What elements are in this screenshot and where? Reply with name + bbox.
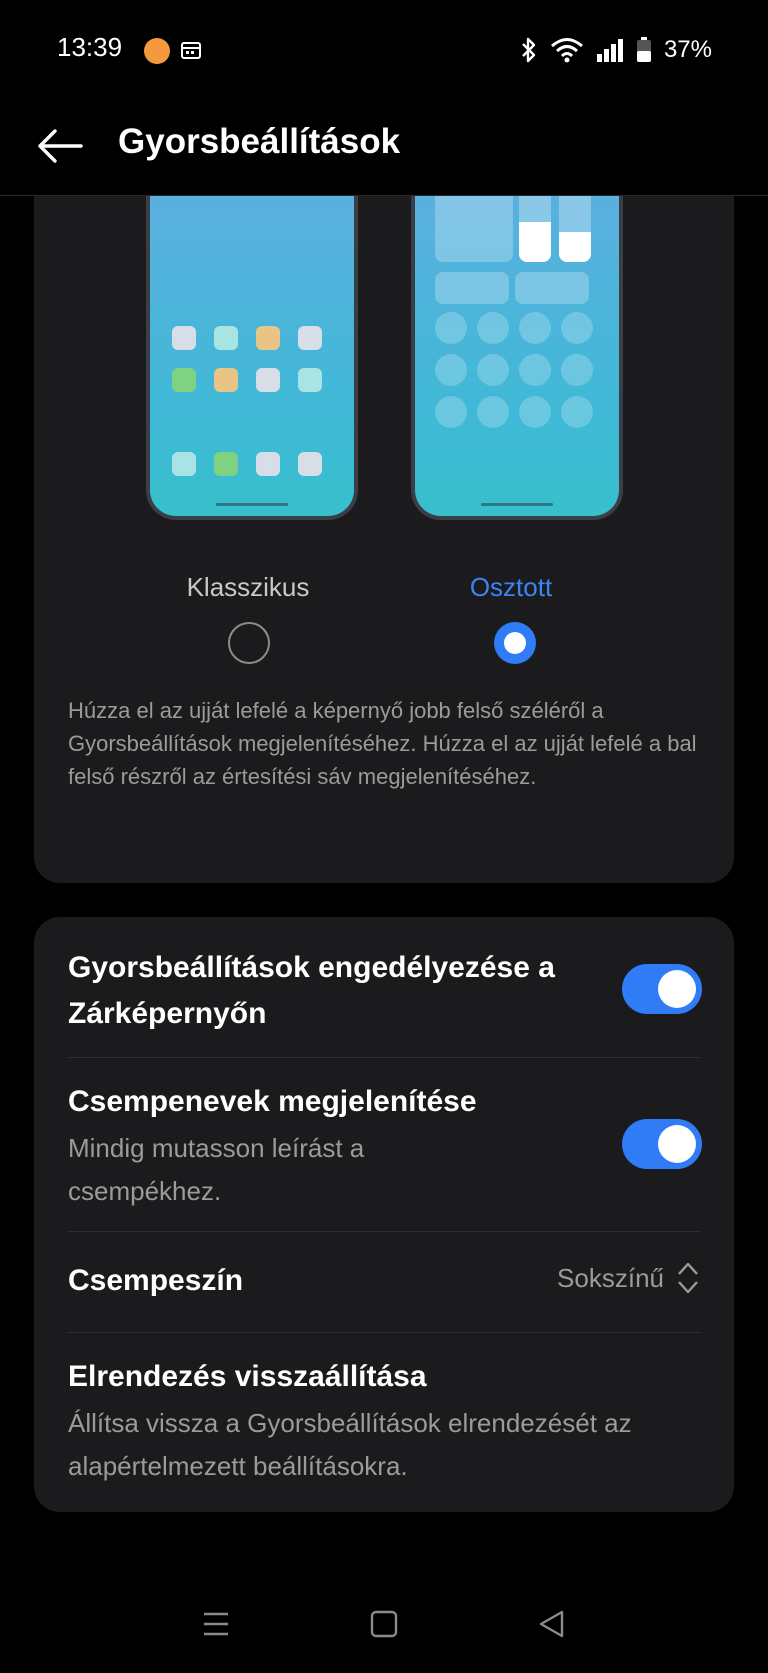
wifi-icon <box>550 38 583 63</box>
layout-picker-card: Klasszikus Osztott Húzza el az ujját lef… <box>34 196 734 883</box>
menu-icon <box>204 1612 228 1636</box>
chevron-up-down-icon <box>678 1262 698 1294</box>
radio-split[interactable] <box>494 622 536 664</box>
divider <box>68 1057 700 1058</box>
app-icon <box>298 326 322 350</box>
signal-icon <box>596 39 623 62</box>
tile-wide <box>435 272 509 304</box>
lockscreen-toggle[interactable] <box>622 964 702 1014</box>
tile-circle <box>477 396 509 428</box>
battery-percent: 37% <box>663 36 712 63</box>
setting-lockscreen-title: Gyorsbeállítások engedélyezése a Zárképe… <box>68 951 555 1030</box>
tile-circle <box>519 312 551 344</box>
arrow-left-icon <box>38 129 83 163</box>
tile-circle <box>519 354 551 386</box>
split-preview[interactable] <box>411 196 623 520</box>
status-bar: 13:39 37% <box>0 0 768 100</box>
setting-tile-names-subtitle: Mindig mutasson leírást a csempékhez. <box>68 1133 365 1206</box>
app-icon <box>214 368 238 392</box>
settings-card: Gyorsbeállítások engedélyezése a Zárképe… <box>34 917 734 1512</box>
tile-circle <box>561 354 593 386</box>
volume-slider <box>559 196 591 262</box>
setting-reset-layout-subtitle: Állítsa vissza a Gyorsbeállítások elrend… <box>68 1408 632 1481</box>
setting-tile-names[interactable]: Csempenevek megjelenítése Mindig mutasso… <box>68 1079 588 1213</box>
triangle-back-icon <box>539 1610 564 1638</box>
layout-description: Húzza el az ujját lefelé a képernyő jobb… <box>68 698 697 789</box>
bluetooth-icon <box>522 37 536 63</box>
tile-circle <box>435 312 467 344</box>
tile-color-value: Sokszínű <box>557 1262 664 1293</box>
page-title: Gyorsbeállítások <box>118 122 401 161</box>
tile-circle <box>435 354 467 386</box>
option-split-label[interactable]: Osztott <box>411 572 611 603</box>
classic-preview[interactable] <box>146 196 358 520</box>
option-classic-label[interactable]: Klasszikus <box>148 572 348 603</box>
tile-circle <box>477 312 509 344</box>
app-icon <box>256 368 280 392</box>
status-time: 13:39 <box>57 32 123 62</box>
app-icon <box>298 368 322 392</box>
battery-icon <box>636 37 651 62</box>
setting-reset-layout[interactable]: Elrendezés visszaállítása Állítsa vissza… <box>68 1354 700 1488</box>
tile-circle <box>477 354 509 386</box>
app-icon <box>256 326 280 350</box>
setting-reset-layout-title: Elrendezés visszaállítása <box>68 1360 427 1393</box>
home-indicator <box>481 503 553 506</box>
app-icon <box>214 452 238 476</box>
header: Gyorsbeállítások <box>0 100 768 196</box>
setting-lockscreen[interactable]: Gyorsbeállítások engedélyezése a Zárképe… <box>68 945 588 1037</box>
tile-circle <box>519 396 551 428</box>
back-button[interactable] <box>32 120 88 172</box>
tile-circle <box>561 312 593 344</box>
tile-color-select[interactable]: Sokszínű <box>557 1261 700 1295</box>
app-icon <box>172 368 196 392</box>
tile-circle <box>561 396 593 428</box>
radio-classic[interactable] <box>228 622 270 664</box>
divider <box>68 1231 700 1232</box>
divider <box>68 1332 700 1333</box>
brightness-slider <box>519 196 551 262</box>
status-right: 37% <box>520 32 712 68</box>
home-button[interactable] <box>364 1604 404 1644</box>
setting-tile-names-title: Csempenevek megjelenítése <box>68 1085 477 1118</box>
app-icon <box>172 326 196 350</box>
app-icon <box>298 452 322 476</box>
tile-wide <box>515 272 589 304</box>
app-icon <box>172 452 196 476</box>
recents-button[interactable] <box>196 1604 236 1644</box>
app-notification-icon <box>144 38 170 64</box>
tile-names-toggle[interactable] <box>622 1119 702 1169</box>
calendar-icon <box>181 42 201 59</box>
app-icon <box>214 326 238 350</box>
navigation-bar <box>0 1590 768 1662</box>
app-icon <box>256 452 280 476</box>
back-nav-button[interactable] <box>531 1604 571 1644</box>
home-indicator <box>216 503 288 506</box>
tile-circle <box>435 396 467 428</box>
media-card <box>435 196 513 262</box>
square-icon <box>370 1610 398 1638</box>
